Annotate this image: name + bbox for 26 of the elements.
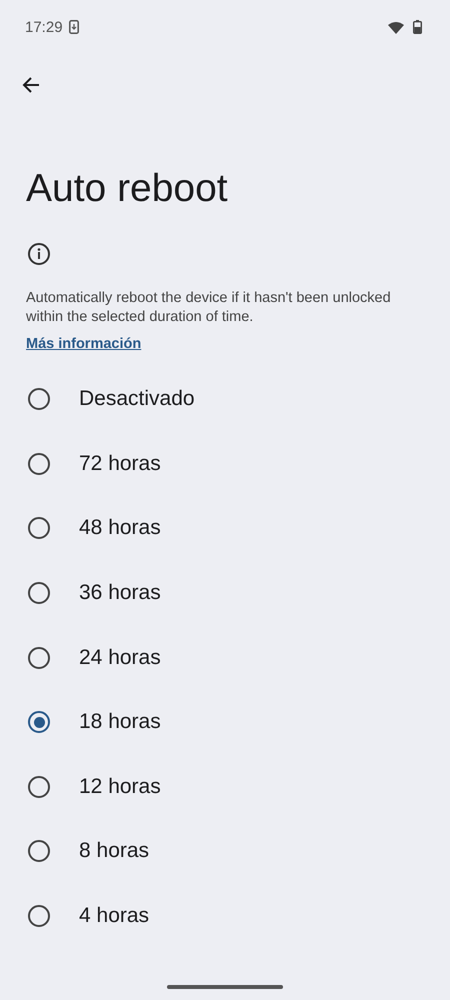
download-notification-icon: [68, 20, 79, 34]
radio-button[interactable]: [28, 840, 50, 862]
option-label[interactable]: Desactivado: [79, 387, 195, 412]
radio-button[interactable]: [28, 452, 50, 475]
info-icon: [27, 242, 51, 266]
description-text: Automatically reboot the device if it hasn't been unlocked within the selected duration of time.: [26, 289, 392, 327]
option-label[interactable]: 48 horas: [79, 516, 161, 540]
radio-button[interactable]: [28, 711, 50, 734]
radio-button[interactable]: [28, 776, 50, 798]
option-label[interactable]: 36 horas: [79, 581, 161, 606]
page-title: Auto reboot: [26, 166, 229, 212]
more-info-link[interactable]: Más información: [26, 336, 142, 352]
radio-button[interactable]: [28, 582, 50, 604]
radio-button[interactable]: [28, 646, 50, 669]
radio-button[interactable]: [28, 388, 50, 410]
option-label[interactable]: 4 horas: [79, 904, 150, 928]
option-label[interactable]: 72 horas: [79, 452, 161, 476]
radio-button[interactable]: [28, 517, 50, 540]
option-label[interactable]: 8 horas: [79, 839, 150, 864]
status-time: 17:29: [25, 18, 63, 36]
option-label[interactable]: 24 horas: [79, 646, 161, 670]
option-label[interactable]: 18 horas: [79, 710, 161, 734]
option-label[interactable]: 12 horas: [79, 774, 161, 799]
wifi-icon: [388, 20, 404, 34]
battery-icon: [413, 20, 422, 34]
radio-button[interactable]: [28, 905, 50, 928]
